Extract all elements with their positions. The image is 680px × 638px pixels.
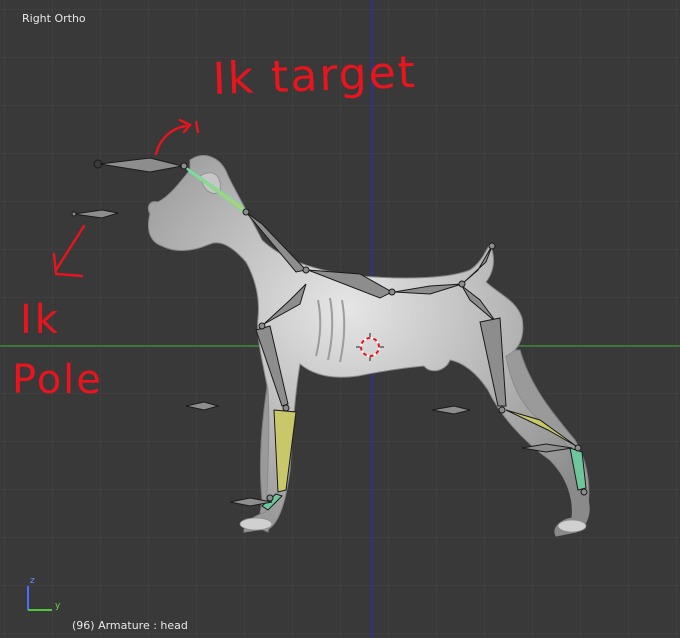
annotation-ik: Ik bbox=[20, 297, 61, 343]
3d-viewport[interactable]: Right Ortho (96) Armature : head Ik targ… bbox=[0, 0, 680, 638]
status-text: (96) Armature : head bbox=[72, 619, 188, 632]
axis-z-label: z bbox=[30, 576, 35, 586]
annotation-pole: Pole bbox=[12, 357, 103, 403]
view-name-label: Right Ortho bbox=[22, 12, 86, 25]
annotation-ik-target: Ik target bbox=[211, 46, 418, 105]
axis-y-label: y bbox=[55, 601, 61, 611]
